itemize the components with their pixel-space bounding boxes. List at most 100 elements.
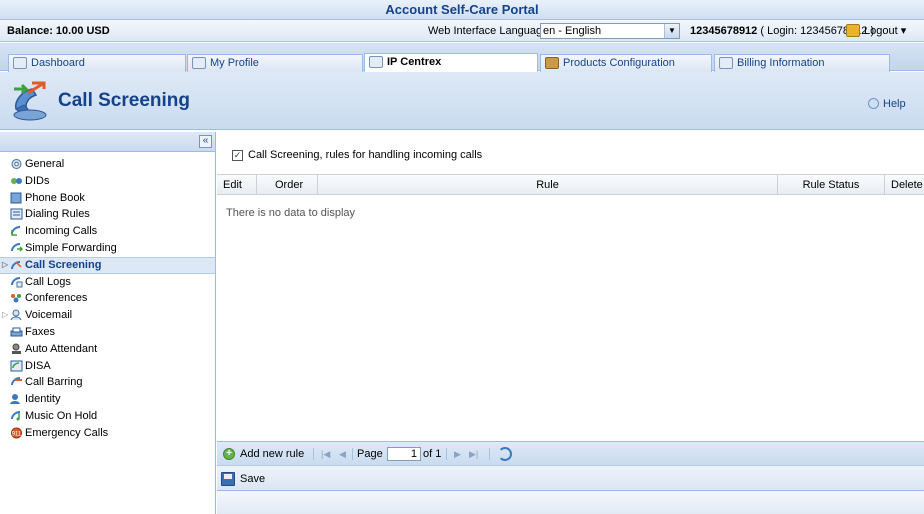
dialing-rules-icon bbox=[10, 208, 23, 220]
sidebar-item-music-on-hold[interactable]: Music On Hold bbox=[0, 408, 215, 425]
sidebar-item-general[interactable]: General bbox=[0, 156, 215, 173]
app-title: Account Self-Care Portal bbox=[0, 0, 924, 20]
save-icon[interactable] bbox=[221, 472, 235, 486]
sidebar-item-dialing-rules[interactable]: Dialing Rules bbox=[0, 206, 215, 223]
phone-book-icon bbox=[10, 192, 22, 204]
sidebar-item-label: DISA bbox=[25, 359, 51, 372]
help-link[interactable]: Help bbox=[868, 98, 906, 110]
sidebar-item-disa[interactable]: DISA bbox=[0, 358, 215, 375]
sidebar-nav: General DIDs Phone Book Dialing Rules In… bbox=[0, 156, 215, 442]
help-icon bbox=[868, 98, 879, 109]
rules-grid-header: Edit Order Rule Rule Status Delete bbox=[217, 174, 924, 195]
call-screening-icon bbox=[13, 81, 47, 121]
sidebar-item-label: Conferences bbox=[25, 292, 88, 305]
sidebar-item-label: Call Screening bbox=[25, 258, 102, 271]
language-select[interactable]: en - English ▼ bbox=[540, 23, 680, 39]
column-rule-status[interactable]: Rule Status bbox=[778, 175, 885, 195]
last-page-icon[interactable]: ▶| bbox=[469, 442, 478, 466]
sidebar-item-auto-attendant[interactable]: Auto Attendant bbox=[0, 341, 215, 358]
sidebar-item-label: DIDs bbox=[25, 174, 50, 187]
column-order[interactable]: Order bbox=[257, 175, 318, 195]
call-screening-checkbox[interactable]: ✓ bbox=[232, 149, 243, 161]
info-bar: Balance: 10.00 USD Web Interface Languag… bbox=[0, 20, 924, 42]
voicemail-icon bbox=[10, 309, 22, 321]
tab-dashboard[interactable]: Dashboard bbox=[8, 54, 186, 72]
music-icon bbox=[11, 410, 21, 421]
tab-label: Dashboard bbox=[31, 57, 85, 69]
gear-icon bbox=[369, 56, 383, 68]
sidebar-item-conferences[interactable]: Conferences bbox=[0, 290, 215, 307]
tab-products-configuration[interactable]: Products Configuration bbox=[540, 54, 712, 72]
incoming-calls-icon bbox=[11, 226, 21, 236]
conferences-icon bbox=[11, 294, 21, 303]
save-button[interactable]: Save bbox=[240, 466, 265, 492]
sidebar-item-label: General bbox=[25, 158, 65, 170]
emergency-icon: 911 bbox=[11, 427, 22, 439]
sidebar-item-call-logs[interactable]: Call Logs bbox=[0, 274, 215, 291]
main-tabs: Dashboard My Profile IP Centrex Products… bbox=[0, 43, 924, 72]
logout-button[interactable]: Logout ▾ bbox=[846, 20, 906, 42]
call-screening-toggle[interactable]: ✓ Call Screening, rules for handling inco… bbox=[232, 148, 482, 162]
dashboard-icon bbox=[13, 57, 27, 69]
sidebar-item-emergency-calls[interactable]: 911 Emergency Calls bbox=[0, 425, 215, 442]
dids-icon bbox=[11, 177, 22, 184]
sidebar-item-voicemail[interactable]: ▷ Voicemail bbox=[0, 307, 215, 324]
expand-icon[interactable]: ▷ bbox=[2, 307, 8, 323]
account-number: 12345678912 bbox=[690, 25, 758, 37]
svg-text:911: 911 bbox=[12, 431, 22, 437]
tab-ip-centrex[interactable]: IP Centrex bbox=[364, 53, 538, 72]
language-value: en - English bbox=[543, 25, 602, 37]
collapse-button[interactable]: « bbox=[199, 135, 212, 148]
toolbar-divider bbox=[446, 448, 447, 460]
column-delete[interactable]: Delete bbox=[885, 175, 924, 195]
sidebar-item-label: Faxes bbox=[25, 325, 55, 338]
add-icon[interactable]: + bbox=[223, 448, 235, 460]
sidebar-item-simple-forwarding[interactable]: Simple Forwarding bbox=[0, 240, 215, 257]
sidebar-item-phone-book[interactable]: Phone Book bbox=[0, 190, 215, 207]
empty-grid-message: There is no data to display bbox=[226, 207, 356, 219]
page-count: of 1 bbox=[423, 448, 442, 460]
sidebar-item-incoming-calls[interactable]: Incoming Calls bbox=[0, 223, 215, 240]
sidebar-item-faxes[interactable]: Faxes bbox=[0, 324, 215, 341]
forwarding-icon bbox=[11, 242, 23, 252]
billing-icon bbox=[719, 57, 733, 69]
save-bar: Save bbox=[217, 465, 924, 491]
balance-text: Balance: 10.00 USD bbox=[7, 25, 110, 37]
previous-page-icon[interactable]: ◀ bbox=[339, 442, 346, 466]
page-number-input[interactable]: 1 bbox=[387, 447, 421, 461]
sidebar-item-dids[interactable]: DIDs bbox=[0, 173, 215, 190]
sidebar-item-identity[interactable]: Identity bbox=[0, 391, 215, 408]
profile-icon bbox=[192, 57, 206, 69]
sidebar-item-call-screening[interactable]: ▷ Call Screening bbox=[0, 256, 215, 274]
sidebar-item-label: Emergency Calls bbox=[25, 426, 109, 439]
page-label: Page bbox=[357, 448, 383, 460]
checkbox-label: Call Screening, rules for handling incom… bbox=[248, 149, 483, 162]
call-barring-icon bbox=[11, 377, 22, 386]
first-page-icon[interactable]: |◀ bbox=[321, 442, 330, 466]
sidebar-item-label: Simple Forwarding bbox=[25, 241, 117, 254]
language-label: Web Interface Language: bbox=[428, 25, 552, 37]
sidebar-item-label: Voicemail bbox=[25, 309, 73, 322]
main-content: ✓ Call Screening, rules for handling inco… bbox=[217, 132, 924, 514]
disa-icon bbox=[10, 360, 23, 372]
sidebar-item-label: Call Barring bbox=[25, 376, 83, 389]
expand-icon[interactable]: ▷ bbox=[2, 258, 8, 272]
footer-bar bbox=[217, 491, 924, 514]
call-logs-icon bbox=[11, 276, 23, 288]
logout-label: Logout bbox=[864, 25, 898, 37]
tab-my-profile[interactable]: My Profile bbox=[187, 54, 363, 72]
products-icon bbox=[545, 57, 559, 69]
column-edit[interactable]: Edit bbox=[217, 175, 257, 195]
identity-icon bbox=[10, 394, 20, 405]
sidebar-item-label: Call Logs bbox=[25, 275, 71, 288]
chevron-down-icon[interactable]: ▼ bbox=[664, 24, 679, 38]
add-new-rule-button[interactable]: Add new rule bbox=[240, 442, 304, 466]
sidebar-item-call-barring[interactable]: Call Barring bbox=[0, 374, 215, 391]
refresh-icon[interactable] bbox=[498, 447, 512, 461]
page-header: Call Screening Help bbox=[0, 72, 924, 130]
next-page-icon[interactable]: ▶ bbox=[454, 442, 461, 466]
tab-billing-information[interactable]: Billing Information bbox=[714, 54, 890, 72]
column-rule[interactable]: Rule bbox=[318, 175, 778, 195]
gear-icon bbox=[11, 159, 22, 169]
grid-toolbar: + Add new rule |◀ ◀ Page 1 of 1 ▶ ▶| bbox=[217, 441, 924, 465]
